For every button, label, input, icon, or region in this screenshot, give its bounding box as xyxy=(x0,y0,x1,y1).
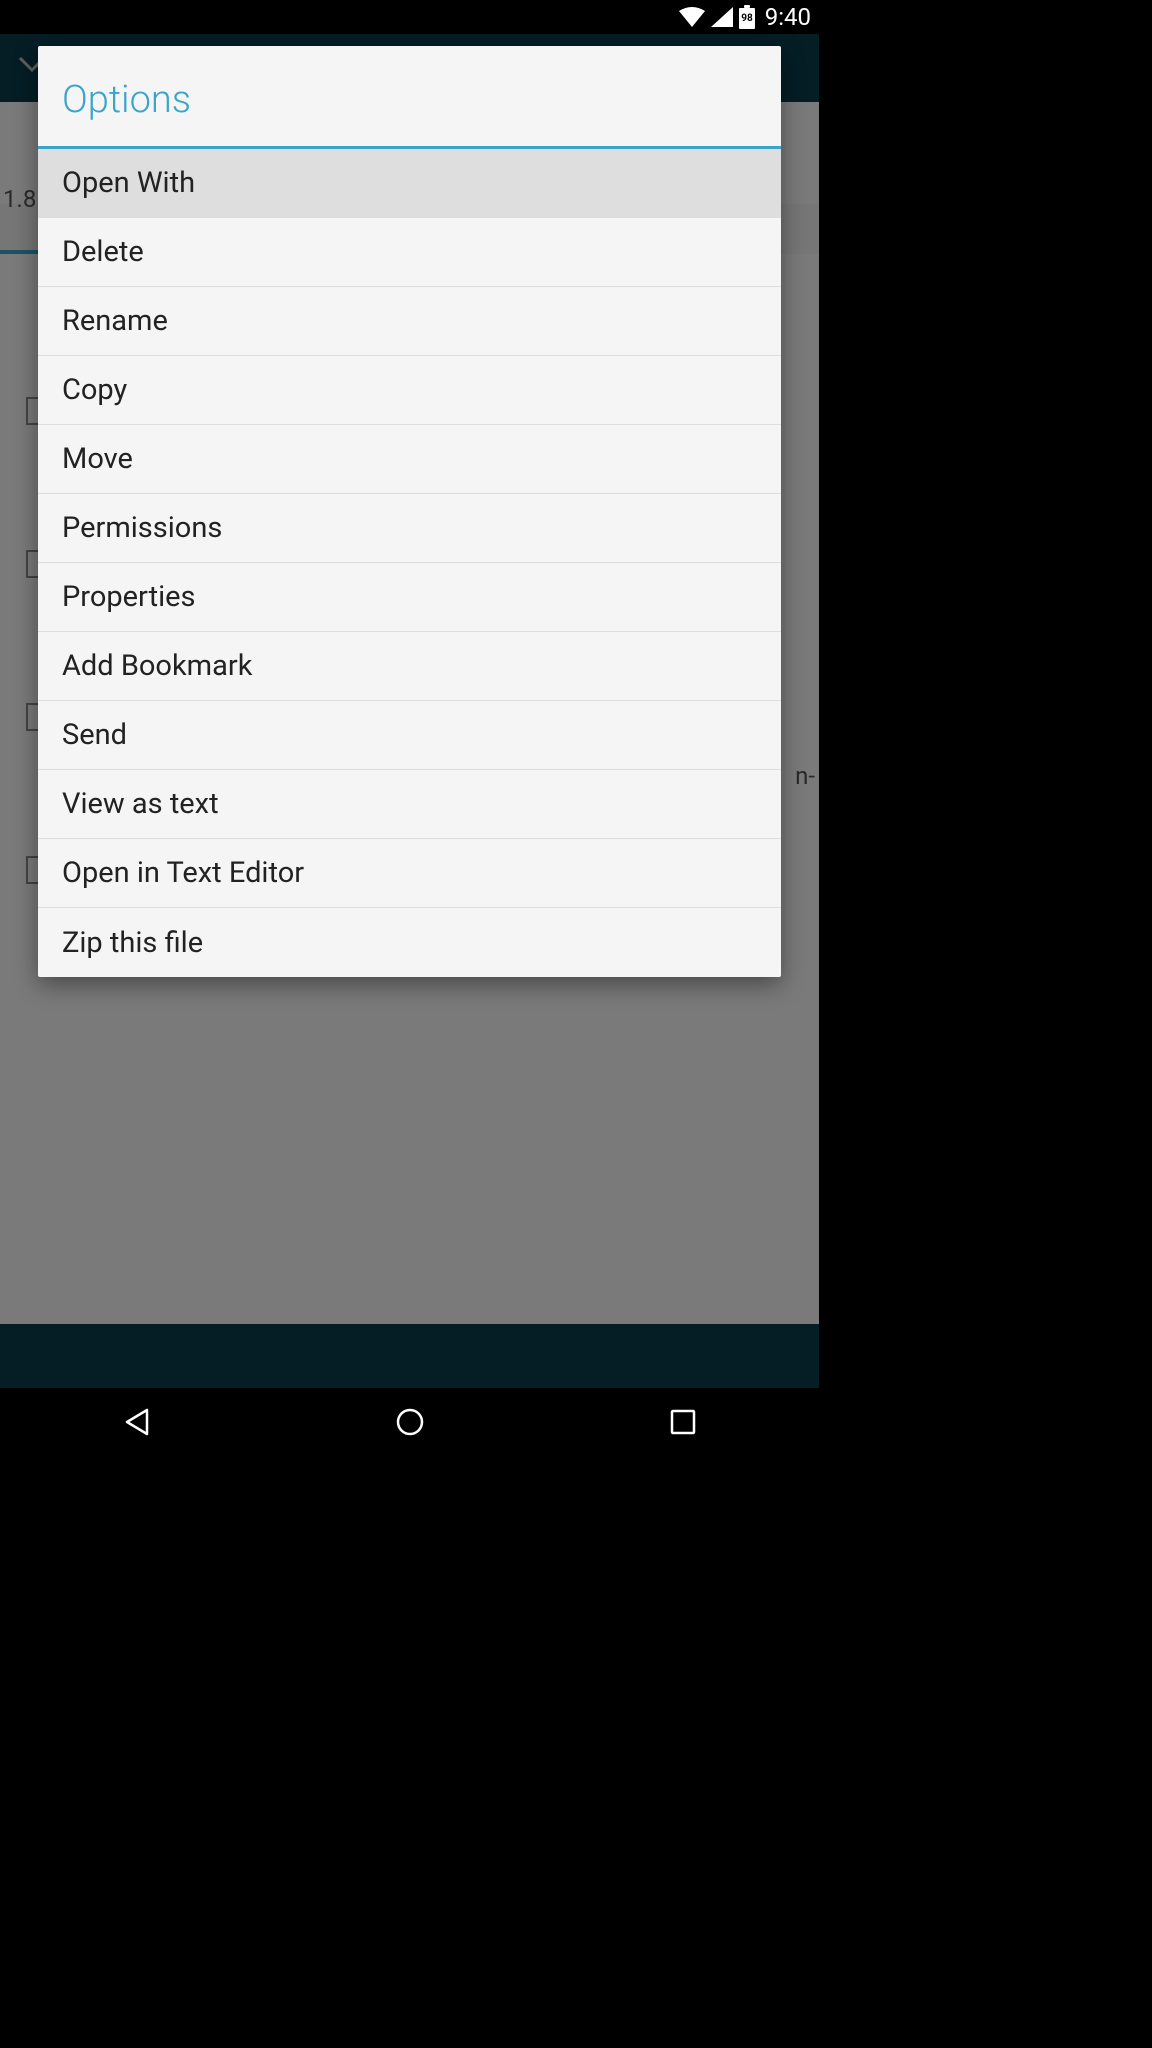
option-view-as-text[interactable]: View as text xyxy=(38,770,781,839)
home-button[interactable] xyxy=(380,1392,440,1452)
options-dialog: Options Open With Delete Rename Copy Mov… xyxy=(38,46,781,977)
battery-icon: 98 xyxy=(739,5,755,29)
option-open-in-text-editor[interactable]: Open in Text Editor xyxy=(38,839,781,908)
option-delete[interactable]: Delete xyxy=(38,218,781,287)
dialog-title: Options xyxy=(38,46,781,149)
recents-button[interactable] xyxy=(653,1392,713,1452)
wifi-icon xyxy=(679,7,705,27)
option-add-bookmark[interactable]: Add Bookmark xyxy=(38,632,781,701)
svg-text:98: 98 xyxy=(741,13,753,24)
option-open-with[interactable]: Open With xyxy=(38,149,781,218)
option-copy[interactable]: Copy xyxy=(38,356,781,425)
status-time: 9:40 xyxy=(765,3,811,31)
option-properties[interactable]: Properties xyxy=(38,563,781,632)
option-rename[interactable]: Rename xyxy=(38,287,781,356)
signal-icon xyxy=(711,7,733,27)
navigation-bar xyxy=(0,1388,819,1456)
back-button[interactable] xyxy=(107,1392,167,1452)
option-permissions[interactable]: Permissions xyxy=(38,494,781,563)
options-list: Open With Delete Rename Copy Move Permis… xyxy=(38,149,781,977)
option-send[interactable]: Send xyxy=(38,701,781,770)
option-move[interactable]: Move xyxy=(38,425,781,494)
option-zip-this-file[interactable]: Zip this file xyxy=(38,908,781,977)
status-bar: 98 9:40 xyxy=(0,0,819,34)
